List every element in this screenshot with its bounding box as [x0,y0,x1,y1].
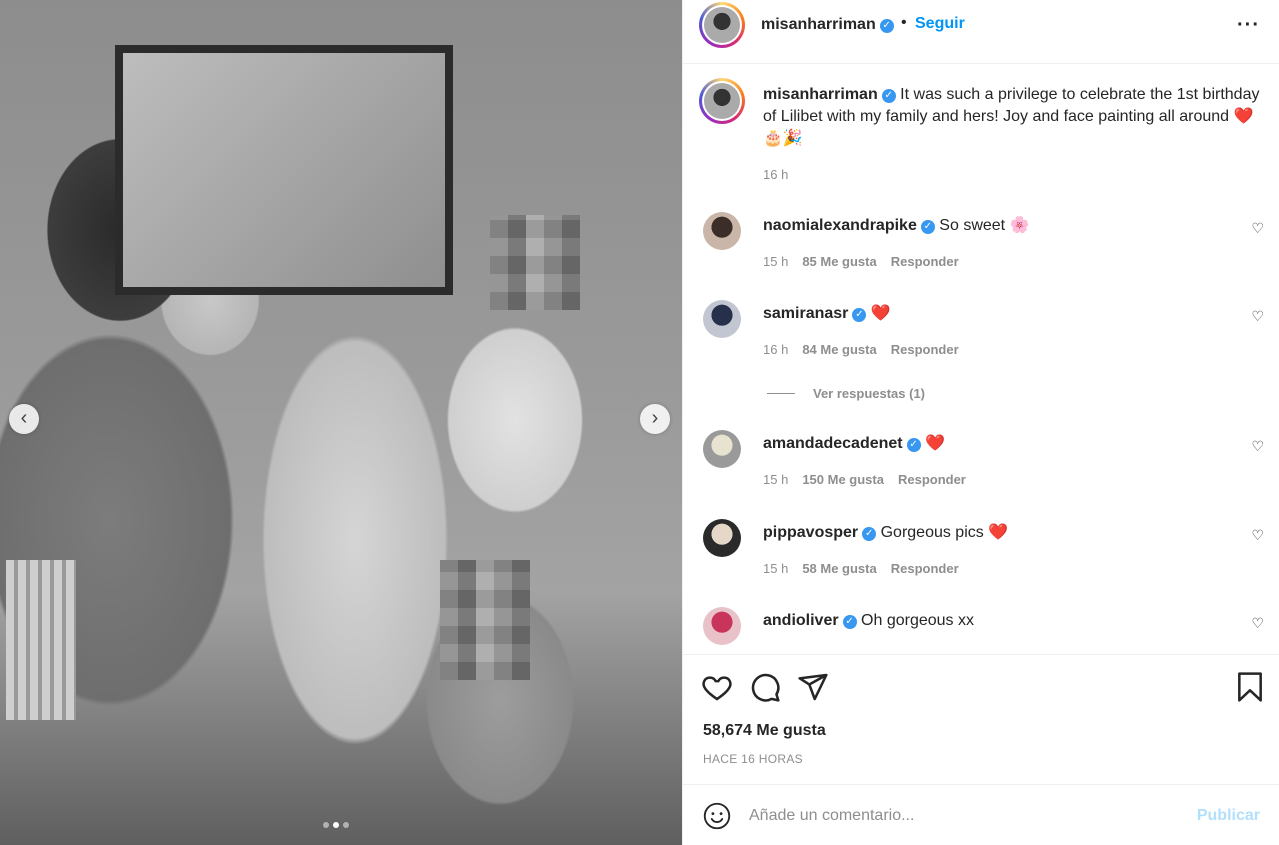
comment-username[interactable]: naomialexandrapike [763,217,917,234]
verified-icon: ✓ [879,19,894,33]
comment-time[interactable]: 16 h [763,342,788,357]
comment-time[interactable]: 15 h [763,472,788,487]
author-avatar[interactable] [699,2,745,48]
comment-text: samiranasr ✓ ❤️ [763,305,891,322]
author-username[interactable]: misanharriman ✓ [761,16,894,34]
comment-like-icon[interactable]: ♡ [1251,220,1264,237]
comment-time[interactable]: 15 h [763,561,788,576]
comment-like-icon[interactable]: ♡ [1251,615,1264,632]
comment-bar: Publicar [683,784,1279,845]
follow-button[interactable]: Seguir [915,15,965,33]
chevron-right-icon: › [651,407,659,429]
comment-meta: 15 h 150 Me gusta Responder [763,472,966,487]
separator-dot: • [901,14,907,31]
carousel-next-button[interactable]: › [640,404,670,434]
comment-text: naomialexandrapike ✓ So sweet 🌸 [763,217,1030,234]
carousel-dot-active [333,822,339,828]
caption-text: misanharriman ✓ It was such a privilege t… [763,86,1260,147]
comment-likes[interactable]: 85 Me gusta [802,254,876,269]
comment-username[interactable]: andioliver [763,612,839,629]
comment-like-icon[interactable]: ♡ [1251,438,1264,455]
caption-avatar[interactable] [699,78,745,124]
chevron-left-icon: ‹ [20,407,28,429]
verified-icon: ✓ [920,220,935,234]
reply-button[interactable]: Responder [898,472,966,487]
post-header: misanharriman ✓ • Seguir ··· [683,0,1279,64]
smiley-icon[interactable] [703,802,731,830]
more-horizontal-icon[interactable]: ··· [1237,14,1260,37]
comment-username[interactable]: pippavosper [763,524,858,541]
caption-timestamp[interactable]: 16 h [763,167,788,182]
comment-likes[interactable]: 84 Me gusta [802,342,876,357]
post-photo[interactable]: ‹ › [0,0,682,845]
commenter-avatar[interactable] [703,519,741,557]
comment-text: andioliver ✓ Oh gorgeous xx [763,612,974,629]
post-sidebar: misanharriman ✓ • Seguir ··· misanharrima… [682,0,1279,845]
verified-icon: ✓ [842,615,857,629]
comment-time[interactable]: 15 h [763,254,788,269]
comment-text: amandadecadenet ✓ ❤️ [763,435,945,452]
carousel-indicator [323,822,349,828]
comment-like-icon[interactable]: ♡ [1251,308,1264,325]
commenter-avatar[interactable] [703,300,741,338]
comment-icon[interactable] [749,671,781,703]
verified-icon: ✓ [906,438,921,452]
reply-button[interactable]: Responder [891,561,959,576]
commenter-avatar[interactable] [703,607,741,645]
verified-icon: ✓ [862,527,877,541]
comment-input[interactable] [749,803,1179,829]
comment-likes[interactable]: 58 Me gusta [802,561,876,576]
comment-username[interactable]: amandadecadenet [763,435,903,452]
post-likes-count[interactable]: 58,674 Me gusta [703,722,826,740]
comment-like-icon[interactable]: ♡ [1251,527,1264,544]
comment-username[interactable]: samiranasr [763,305,848,322]
commenter-avatar[interactable] [703,430,741,468]
carousel-dot [343,822,349,828]
blurred-face [490,215,580,310]
send-icon[interactable] [797,671,829,703]
reply-button[interactable]: Responder [891,254,959,269]
post-actions: 58,674 Me gusta HACE 16 HORAS [683,654,1279,784]
bookmark-icon[interactable] [1234,671,1266,703]
radiator [6,560,76,720]
comment-meta: 15 h 58 Me gusta Responder [763,561,959,576]
comment-text: pippavosper ✓ Gorgeous pics ❤️ [763,524,1009,541]
view-replies-button[interactable]: Ver respuestas (1) [767,386,925,401]
verified-icon: ✓ [881,89,896,103]
caption-username[interactable]: misanharriman [763,86,878,103]
post-timestamp[interactable]: HACE 16 HORAS [703,752,803,766]
publish-button[interactable]: Publicar [1197,807,1260,825]
comment-meta: 15 h 85 Me gusta Responder [763,254,959,269]
replies-divider [767,393,795,394]
comment-likes[interactable]: 150 Me gusta [802,472,884,487]
heart-icon[interactable] [701,671,733,703]
commenter-avatar[interactable] [703,212,741,250]
verified-icon: ✓ [852,308,867,322]
reply-button[interactable]: Responder [891,342,959,357]
blurred-face [440,560,530,680]
comment-meta: 16 h 84 Me gusta Responder [763,342,959,357]
carousel-prev-button[interactable]: ‹ [9,404,39,434]
carousel-dot [323,822,329,828]
picture-frame [115,45,453,295]
